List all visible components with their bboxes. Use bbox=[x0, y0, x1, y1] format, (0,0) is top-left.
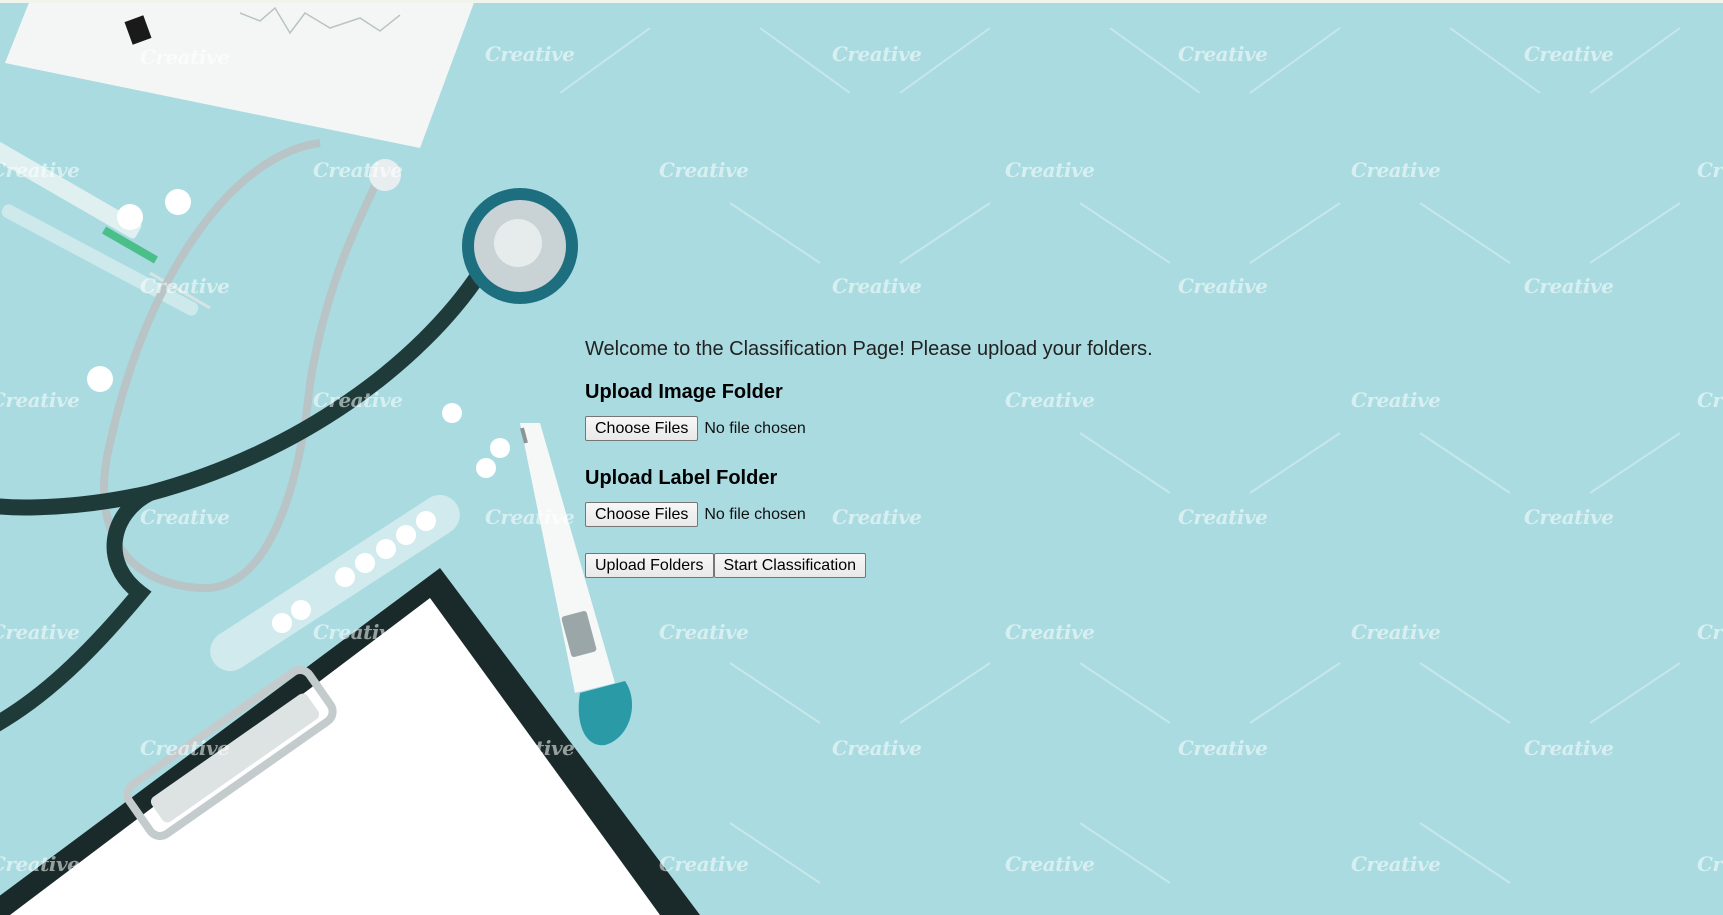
label-file-status: No file chosen bbox=[704, 505, 806, 523]
upload-folders-button[interactable]: Upload Folders bbox=[585, 553, 714, 578]
choose-image-files-button[interactable]: Choose Files bbox=[585, 416, 699, 441]
label-folder-heading: Upload Label Folder bbox=[585, 467, 778, 489]
label-folder-file-input[interactable]: Choose Files No file chosen bbox=[585, 502, 1285, 527]
image-folder-file-input[interactable]: Choose Files No file chosen bbox=[585, 416, 1285, 441]
image-folder-heading: Upload Image Folder bbox=[585, 381, 783, 403]
image-file-status: No file chosen bbox=[704, 419, 806, 437]
welcome-message: Welcome to the Classification Page! Plea… bbox=[585, 338, 1153, 360]
choose-label-files-button[interactable]: Choose Files bbox=[585, 502, 699, 527]
start-classification-button[interactable]: Start Classification bbox=[713, 553, 866, 578]
form-actions: Upload Folders Start Classification bbox=[585, 553, 1285, 578]
classification-form: Welcome to the Classification Page! Plea… bbox=[585, 338, 1285, 578]
